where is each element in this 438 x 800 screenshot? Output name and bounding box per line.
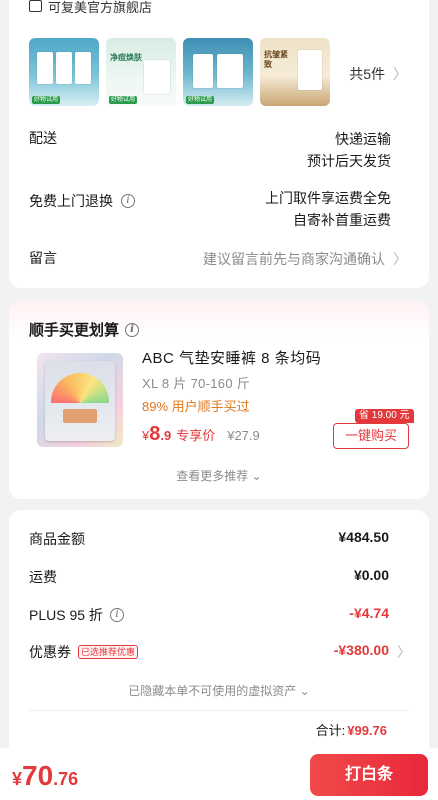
info-icon[interactable]: i [121, 194, 135, 208]
product-spec: XL 8 片 70-160 斤 [142, 376, 251, 391]
coupon-label: 优惠券 [29, 644, 71, 660]
product-rate: 89% 用户顺手买过 [142, 399, 250, 414]
product-price: ¥ 8 .9 专享价 ¥27.9 [142, 423, 260, 446]
shipping-row: 运费 ¥0.00 [29, 567, 389, 587]
product-thumbnail[interactable]: 好物试用 [29, 38, 99, 106]
info-icon[interactable]: i [109, 608, 124, 622]
delivery-method: 快递运输 [335, 131, 391, 147]
product-name[interactable]: ABC 气垫安睡裤 8 条均码 [142, 347, 321, 368]
message-row[interactable]: 留言 建议留言前先与商家沟通确认 〉 [29, 248, 407, 270]
save-badge: 省 19.00 元 [355, 409, 414, 423]
goods-amount-value: ¥484.50 [338, 529, 389, 545]
chevron-right-icon: 〉 [393, 251, 407, 267]
order-card: 可复美官方旗舰店 好物试用 净痘焕肤 好物试用 好物试用 抗皱紧致 共5件 〉 … [9, 0, 429, 288]
price-symbol: ¥ [142, 428, 150, 443]
info-icon[interactable]: i [125, 322, 140, 337]
shipping-value: ¥0.00 [353, 567, 389, 583]
plus-discount-row: PLUS 95 折 i -¥4.74 [29, 605, 389, 625]
product-thumbnail[interactable]: 好物试用 [183, 38, 253, 106]
product-thumbnails[interactable]: 好物试用 净痘焕肤 好物试用 好物试用 抗皱紧致 [29, 38, 330, 106]
shipping-label: 运费 [29, 569, 57, 585]
summary-card: 商品金额 ¥484.50 运费 ¥0.00 PLUS 95 折 i -¥4.74… [9, 510, 429, 760]
total-label: 合计: [315, 723, 346, 738]
divider [29, 710, 409, 711]
coupon-tag: 已选推荐优惠 [78, 645, 139, 659]
returns-line2: 自寄补首重运费 [293, 212, 391, 228]
goods-amount-label: 商品金额 [29, 531, 85, 547]
delivery-label: 配送 [29, 130, 57, 146]
returns-label: 免费上门退换 [29, 193, 113, 209]
delivery-row: 配送 快递运输 预计后天发货 [29, 128, 391, 172]
pay-integer: 70 [22, 760, 54, 791]
chevron-right-icon: 〉 [393, 66, 407, 82]
product-thumbnail[interactable]: 净痘焕肤 好物试用 [106, 38, 176, 106]
more-recommend-link[interactable]: 查看更多推荐 ⌄ [9, 467, 429, 484]
pay-amount: ¥ 70 .76 [12, 760, 78, 792]
price-integer: 8 [149, 423, 161, 445]
message-label: 留言 [29, 250, 57, 266]
returns-row: 免费上门退换 i 上门取件享运费全免 自寄补首重运费 [29, 187, 391, 231]
checkout-bar: ¥ 70 .76 打白条 [0, 748, 438, 800]
original-price: ¥27.9 [227, 428, 260, 443]
price-decimal: .9 [160, 428, 172, 443]
thumbnail-tag: 好物试用 [109, 96, 138, 104]
total-row: 合计: ¥99.76 [316, 720, 387, 739]
item-count-label: 共5件 [349, 66, 385, 82]
coupon-value: -¥380.00 [333, 642, 389, 658]
item-count[interactable]: 共5件 〉 [349, 64, 407, 84]
thumbnail-tag: 好物试用 [186, 96, 215, 104]
pay-symbol: ¥ [12, 769, 23, 789]
recommend-card: 顺手买更划算 i ABC 气垫安睡裤 8 条均码 XL 8 片 70-160 斤… [9, 301, 429, 499]
thumbnail-tag: 好物试用 [32, 96, 61, 104]
thumbnail-caption: 抗皱紧致 [264, 50, 288, 69]
goods-amount-row: 商品金额 ¥484.50 [29, 529, 389, 549]
message-placeholder[interactable]: 建议留言前先与商家沟通确认 [203, 248, 385, 270]
total-value: ¥99.76 [347, 723, 387, 738]
store-name: 可复美官方旗舰店 [48, 0, 153, 15]
delivery-eta: 预计后天发货 [307, 153, 391, 169]
store-icon [29, 0, 42, 12]
store-header[interactable]: 可复美官方旗舰店 [29, 0, 153, 15]
thumbnail-caption: 净痘焕肤 [110, 53, 142, 62]
returns-line1: 上门取件享运费全免 [265, 190, 391, 206]
product-image[interactable] [37, 353, 123, 447]
recommend-title: 顺手买更划算 [29, 322, 120, 339]
product-thumbnail[interactable]: 抗皱紧致 [260, 38, 330, 106]
one-click-buy-button[interactable]: 一键购买 [333, 423, 409, 449]
price-tag: 专享价 [176, 428, 216, 443]
coupon-row[interactable]: 优惠券 已选推荐优惠 -¥380.00 〉 [29, 642, 411, 662]
plus-discount-value: -¥4.74 [349, 605, 389, 621]
hidden-assets-toggle[interactable]: 已隐藏本单不可使用的虚拟资产 ⌄ [9, 682, 429, 699]
pay-decimal: .76 [53, 769, 79, 789]
chevron-right-icon: 〉 [397, 644, 411, 660]
pay-button[interactable]: 打白条 [310, 754, 428, 796]
plus-discount-label: PLUS 95 折 [29, 607, 103, 623]
